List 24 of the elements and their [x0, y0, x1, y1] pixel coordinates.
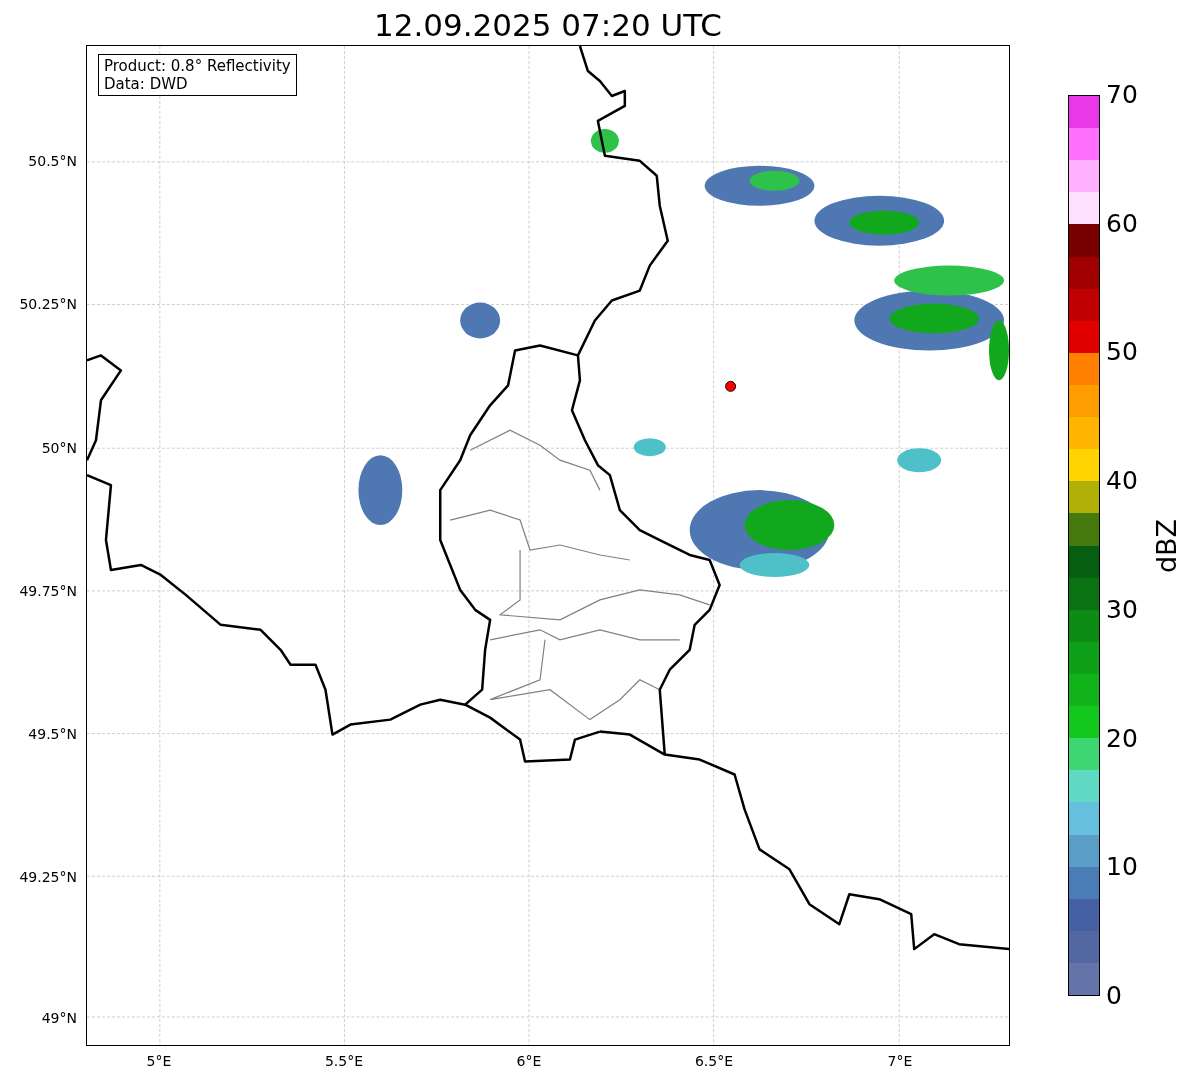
- colorbar-tick-label: 20: [1106, 724, 1138, 753]
- colorbar-tick-label: 70: [1106, 81, 1138, 109]
- colorbar-label: dBZ: [1152, 518, 1182, 573]
- longitude-label: 5.5°E: [324, 1052, 364, 1070]
- latitude-label: 50.25°N: [19, 295, 77, 313]
- longitude-label: 6.5°E: [694, 1052, 734, 1070]
- info-text: Data: DWD: [104, 75, 189, 93]
- colorbar-tick-label: 50: [1106, 338, 1138, 367]
- colorbar-tick-label: 10: [1106, 853, 1138, 882]
- latitude-label: 49.5°N: [28, 725, 77, 743]
- longitude-label: 6°E: [516, 1052, 542, 1070]
- latitude-label: 50°N: [41, 439, 77, 457]
- chart-title: 12.09.2025 07:20 UTC: [374, 6, 722, 45]
- colorbar-tick-label: 60: [1106, 209, 1138, 238]
- colorbar-tick-label: 0: [1106, 982, 1122, 1010]
- longitude-label: 5°E: [146, 1052, 172, 1070]
- colorbar-tick-label: 30: [1106, 595, 1138, 624]
- longitude-label: 7°E: [887, 1052, 913, 1070]
- info-text: Product: 0.8° Reflectivity: [104, 57, 291, 75]
- colorbar-tick-label: 40: [1106, 467, 1138, 496]
- latitude-label: 50.5°N: [28, 152, 77, 170]
- latitude-label: 49.25°N: [19, 868, 77, 886]
- latitude-label: 49°N: [41, 1009, 77, 1027]
- latitude-label: 49.75°N: [19, 582, 77, 600]
